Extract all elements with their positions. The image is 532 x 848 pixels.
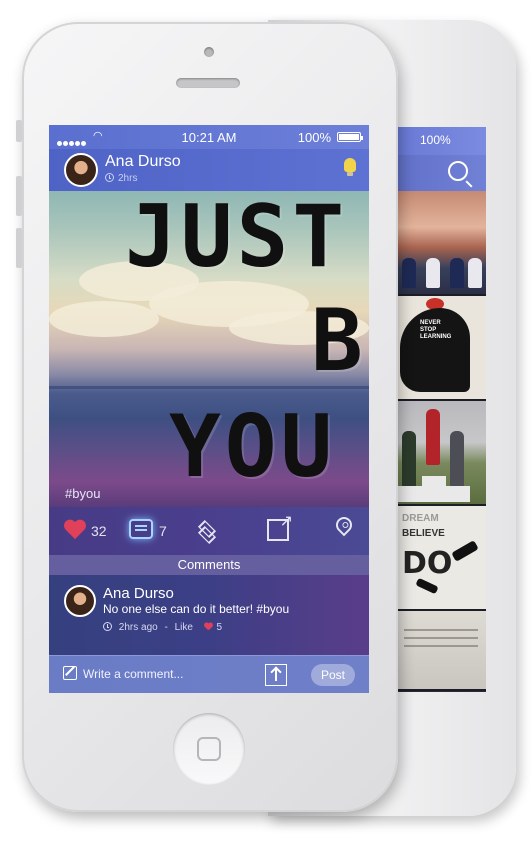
post-timestamp: 2hrs [105,173,137,184]
jumper-silhouette [451,540,479,562]
comment-time: 2hrs ago [118,622,158,633]
post-image[interactable]: JUST B YOU #byou [49,187,369,507]
comment-icon[interactable] [129,519,153,539]
earpiece-speaker [176,78,240,88]
share-icon[interactable] [267,511,293,541]
podium [422,476,446,502]
clock-icon [105,173,114,182]
post-author[interactable]: Ana Durso [105,153,181,171]
text-line [404,637,478,639]
upload-icon[interactable] [265,664,287,686]
mute-switch [16,120,22,142]
athlete-figure [426,409,440,465]
comments-header: Comments [49,555,369,575]
thumbnail-dream-believe-do[interactable]: DREAM BELIEVE DO [396,506,486,611]
home-square-icon [197,737,221,761]
player-figure [426,258,440,288]
status-bar: ◠ 10:21 AM 100% [49,125,369,149]
volume-up-button [16,176,22,216]
post-header: Ana Durso 2hrs [49,149,369,191]
thumbnail-podium[interactable] [396,401,486,506]
cloud-shape [49,301,159,337]
search-icon[interactable] [448,161,468,181]
app-screen: ◠ 10:21 AM 100% Ana Durso 2hrs JUST B YO… [49,125,369,693]
athlete-figure [402,431,416,487]
pencil-icon [63,666,77,680]
meta-separator: - [164,622,168,633]
image-text-you: YOU [169,397,337,497]
comment-like-link[interactable]: Like [175,622,193,633]
post-time-label: 2hrs [118,173,138,184]
comment-text: No one else can do it better! #byou [103,602,290,616]
comment-input[interactable] [83,664,253,684]
back-battery-percent: 100% [420,133,451,147]
comment-count: 7 [159,523,167,539]
image-text-just: JUST [125,187,349,287]
thumbnail-text: DO [402,546,453,581]
lightbulb-icon[interactable] [344,158,356,176]
thumbnail-never-stop-learning[interactable]: NEVER STOP LEARNING [396,296,486,401]
player-figure [450,258,464,288]
text-line [404,629,478,631]
thumbnail-basketball[interactable] [396,191,486,296]
like-count: 32 [91,523,107,539]
heart-icon[interactable] [63,520,87,542]
avatar[interactable] [64,585,96,617]
thumbnail-text: DREAM [402,513,439,524]
athlete-figure [450,431,464,487]
layers-icon[interactable] [197,519,219,545]
player-figure [468,258,482,288]
comment-meta: 2hrs ago - Like 5 [103,622,222,633]
back-header [396,155,486,191]
front-camera [204,47,214,57]
post-hashtag[interactable]: #byou [65,486,100,501]
thumbnail-text-poster[interactable] [396,611,486,691]
podium [446,486,470,502]
text-line [404,645,478,647]
battery-icon [337,132,363,142]
action-bar: 32 7 [49,507,369,555]
back-status-bar: 100% [396,127,486,155]
thumbnail-text: NEVER STOP LEARNING [420,320,452,340]
back-phone-screen: 100% NEVER STOP LEARNING DREAM BELIEVE D… [396,127,486,692]
comment-composer: Post [49,655,369,693]
avatar[interactable] [64,153,98,187]
battery-percent: 100% [297,130,331,145]
post-button[interactable]: Post [311,664,355,686]
location-pin-icon[interactable] [332,513,356,537]
clock-icon [103,622,112,631]
comment-author[interactable]: Ana Durso [103,585,174,602]
player-figure [402,258,416,288]
home-button[interactable] [173,713,245,785]
image-text-b: B [311,291,367,391]
volume-down-button [16,228,22,268]
podium [398,486,422,502]
comment-like-count: 5 [216,622,223,633]
thumbnail-text: BELIEVE [402,528,445,539]
comment-list: Ana Durso No one else can do it better! … [49,575,369,655]
heart-icon [204,623,212,630]
